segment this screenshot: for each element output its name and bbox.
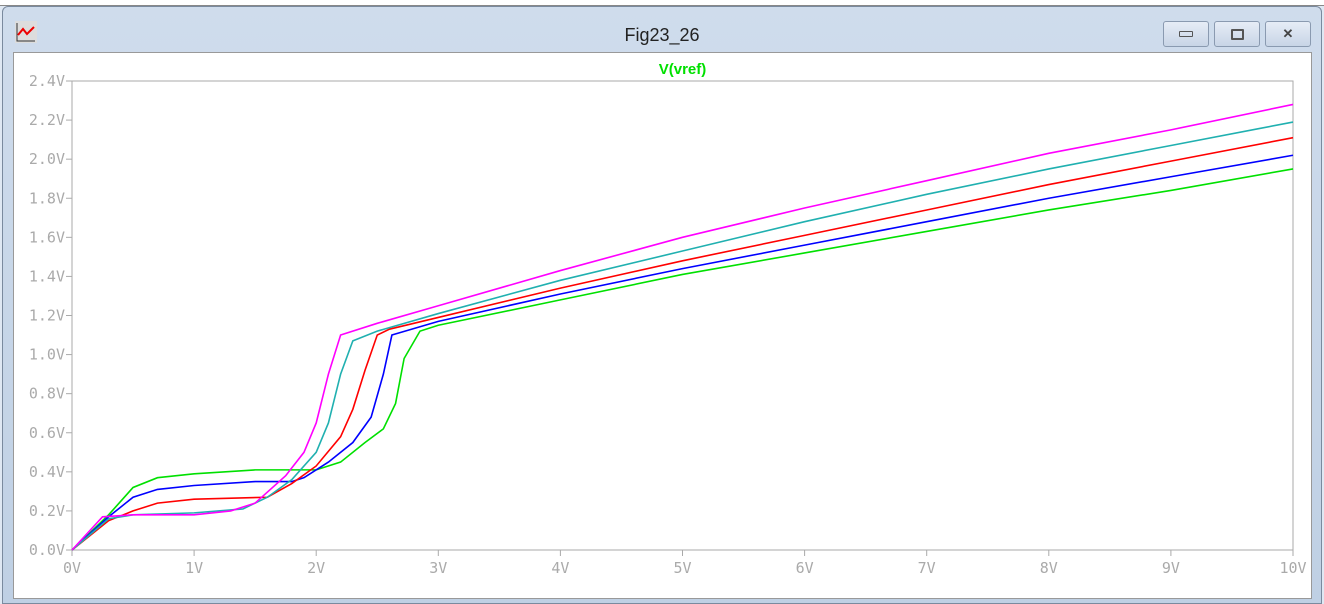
plot-window: Fig23_26 ✕ V(vref) 0V 1V 2V 3V 4V 5V 6V 7V 8V 9V 10… xyxy=(2,6,1322,604)
x-tick-label: 4V xyxy=(551,559,569,577)
trace-label: V(vref) xyxy=(659,61,707,78)
restore-icon xyxy=(1230,28,1244,40)
maximize-button[interactable] xyxy=(1214,21,1260,47)
x-tick-label: 7V xyxy=(918,559,936,577)
y-tick-label: 2.0V xyxy=(29,150,65,168)
x-tick-label: 6V xyxy=(796,559,814,577)
y-tick-label: 2.4V xyxy=(29,72,65,90)
x-tick-label: 0V xyxy=(63,559,81,577)
y-tick-label: 1.8V xyxy=(29,189,65,207)
trace-magenta xyxy=(71,103,1294,551)
x-tick-label: 3V xyxy=(429,559,447,577)
y-tick-label: 1.0V xyxy=(29,346,65,364)
y-tick-label: 0.8V xyxy=(29,385,65,403)
chart: V(vref) 0V 1V 2V 3V 4V 5V 6V 7V 8V 9V 10V 0.0V 0.2V 0.… xyxy=(29,61,1307,577)
trace-cyan xyxy=(71,121,1294,551)
x-tick-label: 5V xyxy=(673,559,691,577)
plot-pane[interactable]: V(vref) 0V 1V 2V 3V 4V 5V 6V 7V 8V 9V 10V 0.0V 0.2V 0.… xyxy=(13,52,1312,599)
x-tick-label: 2V xyxy=(307,559,325,577)
plot-frame xyxy=(71,80,1294,551)
close-icon: ✕ xyxy=(1282,26,1294,41)
y-tick-label: 1.6V xyxy=(29,228,65,246)
y-tick-label: 1.2V xyxy=(29,307,65,325)
y-tick-label: 2.2V xyxy=(29,111,65,129)
close-button[interactable]: ✕ xyxy=(1265,21,1311,47)
x-tick-label: 8V xyxy=(1040,559,1058,577)
window-title: Fig23_26 xyxy=(624,25,700,45)
y-tick-label: 0.2V xyxy=(29,502,65,520)
x-tick-label: 9V xyxy=(1162,559,1180,577)
y-tick-label: 1.4V xyxy=(29,267,65,285)
y-tick-label: 0.0V xyxy=(29,541,65,559)
trace-blue xyxy=(71,154,1294,551)
x-tick-label: 1V xyxy=(185,559,203,577)
y-tick-label: 0.4V xyxy=(29,463,65,481)
minimize-button[interactable] xyxy=(1163,21,1209,47)
trace-green xyxy=(71,168,1294,551)
x-tick-label: 10V xyxy=(1279,559,1306,577)
minimize-icon xyxy=(1179,31,1193,37)
y-tick-label: 0.6V xyxy=(29,424,65,442)
